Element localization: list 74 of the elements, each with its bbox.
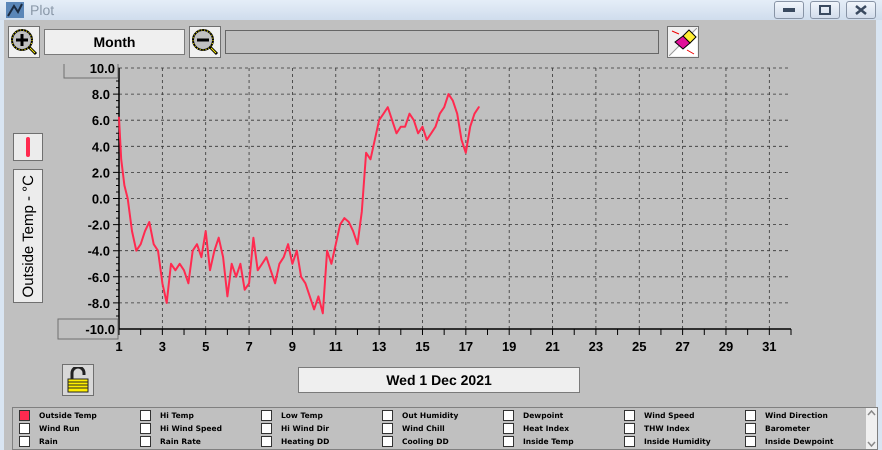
series-checkbox[interactable]	[624, 410, 635, 421]
eraser-icon	[669, 28, 697, 56]
series-checkbox[interactable]	[19, 410, 30, 421]
x-tick-label: 9	[288, 339, 296, 354]
x-tick-label: 15	[415, 339, 430, 354]
x-tick-label: 25	[632, 339, 646, 354]
series-checkbox[interactable]	[140, 423, 151, 434]
y-tick-label: 10.0	[90, 61, 115, 76]
series-checkbox[interactable]	[745, 436, 756, 447]
eraser-button[interactable]	[667, 26, 699, 58]
maximize-icon	[819, 5, 831, 15]
y-tick-label: -6.0	[88, 270, 110, 285]
scroll-down-icon[interactable]	[867, 441, 876, 447]
series-checkbox[interactable]	[261, 436, 272, 447]
x-tick-label: 3	[158, 339, 166, 354]
series-checkbox[interactable]	[624, 436, 635, 447]
y-tick-label: 2.0	[92, 165, 110, 180]
series-checkbox[interactable]	[745, 423, 756, 434]
series-checkbox[interactable]	[382, 436, 393, 447]
x-tick-label: 13	[372, 339, 386, 354]
x-tick-label: 29	[718, 339, 734, 354]
maximize-button[interactable]	[810, 1, 840, 19]
range-button[interactable]: Month	[44, 29, 185, 55]
zoom-in-button[interactable]	[8, 26, 40, 58]
x-tick-label: 7	[245, 339, 253, 354]
x-tick-label: 1	[115, 339, 123, 354]
minimize-button[interactable]	[774, 1, 804, 19]
y-tick-label: -2.0	[88, 218, 110, 233]
window-title: Plot	[30, 2, 56, 18]
close-button[interactable]	[846, 1, 876, 19]
series-checkbox[interactable]	[624, 423, 635, 434]
series-checkbox[interactable]	[745, 410, 756, 421]
zoom-in-icon	[10, 28, 38, 56]
series-checkbox[interactable]	[19, 423, 30, 434]
axis-label-button[interactable]: Outside Temp - °C	[13, 169, 43, 303]
y-tick-label: -10.0	[85, 322, 115, 337]
minimize-icon	[783, 8, 795, 12]
y-tick-label: 8.0	[92, 87, 110, 102]
y-max-field[interactable]: 10.0	[64, 64, 118, 78]
y-min-field[interactable]: -10.0	[58, 318, 118, 340]
series-checkbox[interactable]	[503, 436, 514, 447]
y-tick-label: 0.0	[92, 192, 110, 206]
scroll-up-icon[interactable]	[867, 410, 876, 416]
y-tick-label: 6.0	[92, 113, 110, 128]
series-checkbox[interactable]	[140, 410, 151, 421]
x-tick-label: 17	[458, 339, 474, 354]
lock-button[interactable]	[62, 364, 94, 396]
x-tick-label: 31	[762, 339, 777, 354]
series-checkbox[interactable]	[19, 436, 30, 447]
y-tick-label: 4.0	[92, 139, 110, 154]
x-tick-label: 21	[545, 339, 560, 354]
y-tick-label: -8.0	[88, 296, 110, 311]
x-tick-label: 11	[328, 339, 343, 354]
series-checkbox[interactable]	[503, 410, 514, 421]
y-tick-label: -4.0	[88, 244, 110, 259]
x-tick-label: 27	[675, 339, 690, 354]
zoom-out-icon	[191, 28, 219, 56]
x-tick-label: 23	[588, 339, 604, 354]
close-icon	[855, 5, 867, 15]
line-style-button[interactable]	[13, 133, 43, 161]
x-tick-label: 5	[202, 339, 210, 354]
series-checkbox[interactable]	[382, 423, 393, 434]
zoom-out-button[interactable]	[189, 26, 221, 58]
series-checkbox[interactable]	[140, 436, 151, 447]
x-tick-label: 19	[502, 339, 516, 354]
series-checkbox[interactable]	[503, 423, 514, 434]
padlock-icon	[66, 367, 90, 393]
line-sample-icon	[26, 137, 30, 157]
series-checkbox[interactable]	[382, 410, 393, 421]
date-button[interactable]: Wed 1 Dec 2021	[298, 367, 580, 393]
series-checkbox[interactable]	[261, 423, 272, 434]
app-icon	[6, 2, 24, 18]
info-field[interactable]	[225, 30, 659, 54]
series-checkbox[interactable]	[261, 410, 272, 421]
